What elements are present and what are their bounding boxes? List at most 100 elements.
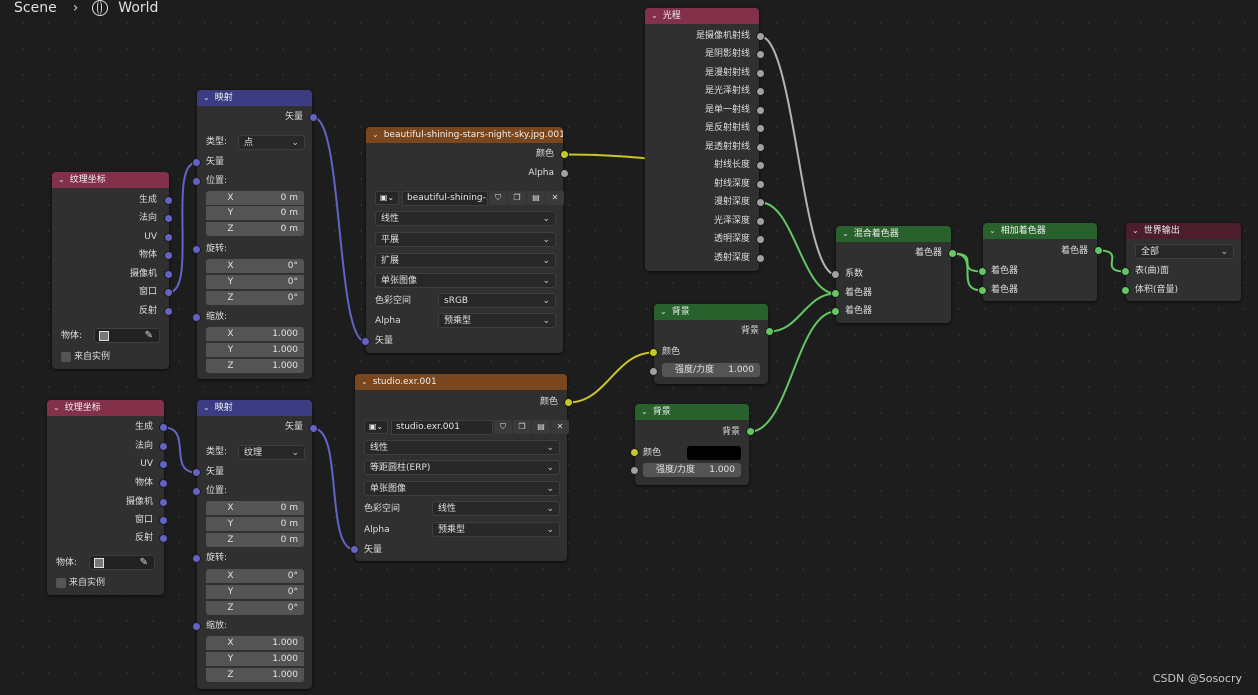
texcoord2-reflection-socket[interactable] bbox=[159, 534, 168, 543]
node-header[interactable]: ⌄ 背景 bbox=[654, 304, 768, 320]
lightpath-socket-9[interactable] bbox=[756, 198, 765, 207]
location-z-field[interactable]: Z 0 m bbox=[206, 222, 304, 236]
collapse-chevron-icon[interactable]: ⌄ bbox=[361, 374, 368, 390]
mapping1-location-socket[interactable] bbox=[192, 177, 201, 186]
node-header[interactable]: ⌄ 纹理坐标 bbox=[52, 172, 169, 188]
location-x-field[interactable]: X 0 m bbox=[206, 501, 304, 515]
interpolation-select[interactable]: 线性 ⌄ bbox=[375, 211, 556, 226]
bg1-output-socket[interactable] bbox=[765, 327, 774, 336]
object-picker[interactable]: ✎ bbox=[89, 555, 155, 570]
lightpath-socket-11[interactable] bbox=[756, 235, 765, 244]
rotation-y-field[interactable]: Y 0° bbox=[206, 275, 304, 289]
bg2-input-color-socket[interactable] bbox=[630, 448, 639, 457]
texcoord1-window-socket[interactable] bbox=[164, 288, 173, 297]
img2-output-color-socket[interactable] bbox=[564, 398, 573, 407]
alpha-mode-select[interactable]: 预乘型 ⌄ bbox=[438, 313, 556, 328]
location-y-field[interactable]: Y 0 m bbox=[206, 517, 304, 531]
lightpath-socket-3[interactable] bbox=[756, 87, 765, 96]
texcoord2-camera-socket[interactable] bbox=[159, 498, 168, 507]
location-y-field[interactable]: Y 0 m bbox=[206, 206, 304, 220]
texcoord1-uv-socket[interactable] bbox=[164, 233, 173, 242]
collapse-chevron-icon[interactable]: ⌄ bbox=[641, 404, 648, 420]
colorspace-select[interactable]: sRGB ⌄ bbox=[438, 293, 556, 308]
location-z-field[interactable]: Z 0 m bbox=[206, 533, 304, 547]
texcoord1-object-socket[interactable] bbox=[164, 251, 173, 260]
lightpath-socket-0[interactable] bbox=[756, 32, 765, 41]
mapping2-scale-socket[interactable] bbox=[192, 622, 201, 631]
output-volume-socket[interactable] bbox=[1121, 286, 1130, 295]
texcoord1-camera-socket[interactable] bbox=[164, 270, 173, 279]
img1-output-color-socket[interactable] bbox=[560, 150, 569, 159]
mapping1-input-vector-socket[interactable] bbox=[192, 158, 201, 167]
world-output-node[interactable]: ⌄ 世界输出 全部 ⌄ 表(曲)面 体积(音量) bbox=[1126, 223, 1241, 301]
mapping2-output-vector-socket[interactable] bbox=[309, 424, 318, 433]
mapping-type-select[interactable]: 纹理 ⌄ bbox=[238, 445, 305, 460]
target-select[interactable]: 全部 ⌄ bbox=[1135, 244, 1234, 259]
node-header[interactable]: ⌄ 背景 bbox=[635, 404, 749, 420]
texcoord2-normal-socket[interactable] bbox=[159, 442, 168, 451]
mapping-node-2[interactable]: ⌄ 映射 矢量 类型: 纹理 ⌄ 矢量 位置: X 0 m Y 0 m Z 0 m 旋转:… bbox=[197, 400, 312, 689]
mapping1-scale-socket[interactable] bbox=[192, 313, 201, 322]
node-header[interactable]: ⌄ studio.exr.001 bbox=[355, 374, 567, 390]
fake-user-shield-icon[interactable]: ⛉ bbox=[494, 420, 512, 434]
img1-input-vector-socket[interactable] bbox=[361, 337, 370, 346]
mix-input-shader2-socket[interactable] bbox=[831, 307, 840, 316]
texcoord2-window-socket[interactable] bbox=[159, 516, 168, 525]
collapse-chevron-icon[interactable]: ⌄ bbox=[651, 8, 658, 24]
close-icon[interactable]: ✕ bbox=[551, 420, 569, 434]
img1-output-alpha-socket[interactable] bbox=[560, 169, 569, 178]
texcoord2-object-socket[interactable] bbox=[159, 479, 168, 488]
scale-z-field[interactable]: Z 1.000 bbox=[206, 359, 304, 373]
lightpath-socket-10[interactable] bbox=[756, 217, 765, 226]
duplicate-icon[interactable]: ❐ bbox=[508, 191, 526, 205]
collapse-chevron-icon[interactable]: ⌄ bbox=[203, 400, 210, 416]
add-input-shader1-socket[interactable] bbox=[978, 267, 987, 276]
image-name-field[interactable]: studio.exr.001 bbox=[391, 419, 493, 435]
mix-input-fac-socket[interactable] bbox=[831, 270, 840, 279]
node-header[interactable]: ⌄ 映射 bbox=[197, 400, 312, 416]
colorspace-select[interactable]: 线性 ⌄ bbox=[432, 501, 560, 516]
output-surface-socket[interactable] bbox=[1121, 267, 1130, 276]
interpolation-select[interactable]: 线性 ⌄ bbox=[364, 440, 560, 455]
strength-field[interactable]: 强度/力度 1.000 bbox=[662, 363, 760, 377]
projection-select[interactable]: 等距圆柱(ERP) ⌄ bbox=[364, 460, 560, 475]
extension-select[interactable]: 扩展 ⌄ bbox=[375, 253, 556, 268]
mix-shader-node[interactable]: ⌄ 混合着色器 着色器 系数 着色器 着色器 bbox=[836, 226, 951, 323]
scale-z-field[interactable]: Z 1.000 bbox=[206, 668, 304, 682]
node-header[interactable]: ⌄ 光程 bbox=[645, 8, 759, 24]
node-header[interactable]: ⌄ 世界输出 bbox=[1126, 223, 1241, 239]
add-shader-node[interactable]: ⌄ 相加着色器 着色器 着色器 着色器 bbox=[983, 223, 1097, 301]
collapse-chevron-icon[interactable]: ⌄ bbox=[58, 172, 65, 188]
from-instance-checkbox[interactable] bbox=[56, 578, 66, 588]
texcoord2-generated-socket[interactable] bbox=[159, 423, 168, 432]
add-output-socket[interactable] bbox=[1094, 246, 1103, 255]
fake-user-shield-icon[interactable]: ⛉ bbox=[489, 191, 507, 205]
node-header[interactable]: ⌄ 相加着色器 bbox=[983, 223, 1097, 239]
scale-y-field[interactable]: Y 1.000 bbox=[206, 652, 304, 666]
lightpath-socket-6[interactable] bbox=[756, 143, 765, 152]
breadcrumb-scene[interactable]: Scene bbox=[14, 0, 57, 16]
collapse-chevron-icon[interactable]: ⌄ bbox=[660, 304, 667, 320]
node-header[interactable]: ⌄ 混合着色器 bbox=[836, 226, 951, 242]
scale-x-field[interactable]: X 1.000 bbox=[206, 327, 304, 341]
lightpath-socket-4[interactable] bbox=[756, 106, 765, 115]
source-select[interactable]: 单张图像 ⌄ bbox=[364, 481, 560, 496]
alpha-mode-select[interactable]: 预乘型 ⌄ bbox=[432, 522, 560, 537]
location-x-field[interactable]: X 0 m bbox=[206, 191, 304, 205]
light-path-node[interactable]: ⌄ 光程 是摄像机射线 是阴影射线 是漫射射线 是光泽射线 是单一射线 是反射射线… bbox=[645, 8, 759, 271]
open-folder-icon[interactable]: ▤ bbox=[527, 191, 545, 205]
close-icon[interactable]: ✕ bbox=[546, 191, 564, 205]
rotation-x-field[interactable]: X 0° bbox=[206, 569, 304, 583]
img2-input-vector-socket[interactable] bbox=[350, 545, 359, 554]
mapping2-input-vector-socket[interactable] bbox=[192, 468, 201, 477]
image-browse-icon[interactable]: ▣⌄ bbox=[364, 420, 388, 434]
image-texture-node-2[interactable]: ⌄ studio.exr.001 颜色 ▣⌄ studio.exr.001 ⛉ ❐… bbox=[355, 374, 569, 561]
eyedropper-icon[interactable]: ✎ bbox=[140, 557, 148, 568]
source-select[interactable]: 单张图像 ⌄ bbox=[375, 273, 556, 288]
background-node-2[interactable]: ⌄ 背景 背景 颜色 强度/力度 1.000 bbox=[635, 404, 749, 485]
rotation-z-field[interactable]: Z 0° bbox=[206, 291, 304, 305]
lightpath-socket-12[interactable] bbox=[756, 254, 765, 263]
mix-input-shader1-socket[interactable] bbox=[831, 289, 840, 298]
scale-y-field[interactable]: Y 1.000 bbox=[206, 343, 304, 357]
collapse-chevron-icon[interactable]: ⌄ bbox=[989, 223, 996, 239]
